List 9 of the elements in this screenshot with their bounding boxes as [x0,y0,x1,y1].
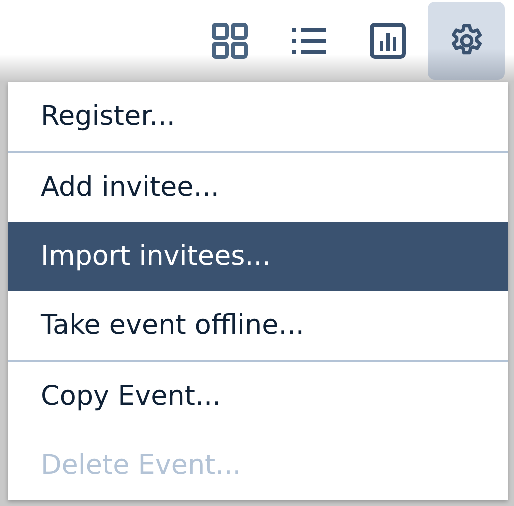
settings-button[interactable] [428,2,505,80]
menu-item[interactable]: Register... [8,82,508,153]
bar-chart-icon [370,23,406,59]
list-icon [292,28,326,54]
menu-item[interactable]: Add invitee... [8,153,508,222]
menu-item[interactable]: Import invitees... [8,222,508,291]
grid-icon [212,23,248,59]
menu-item[interactable]: Copy Event... [8,362,508,431]
menu-item[interactable]: Take event offline... [8,291,508,362]
